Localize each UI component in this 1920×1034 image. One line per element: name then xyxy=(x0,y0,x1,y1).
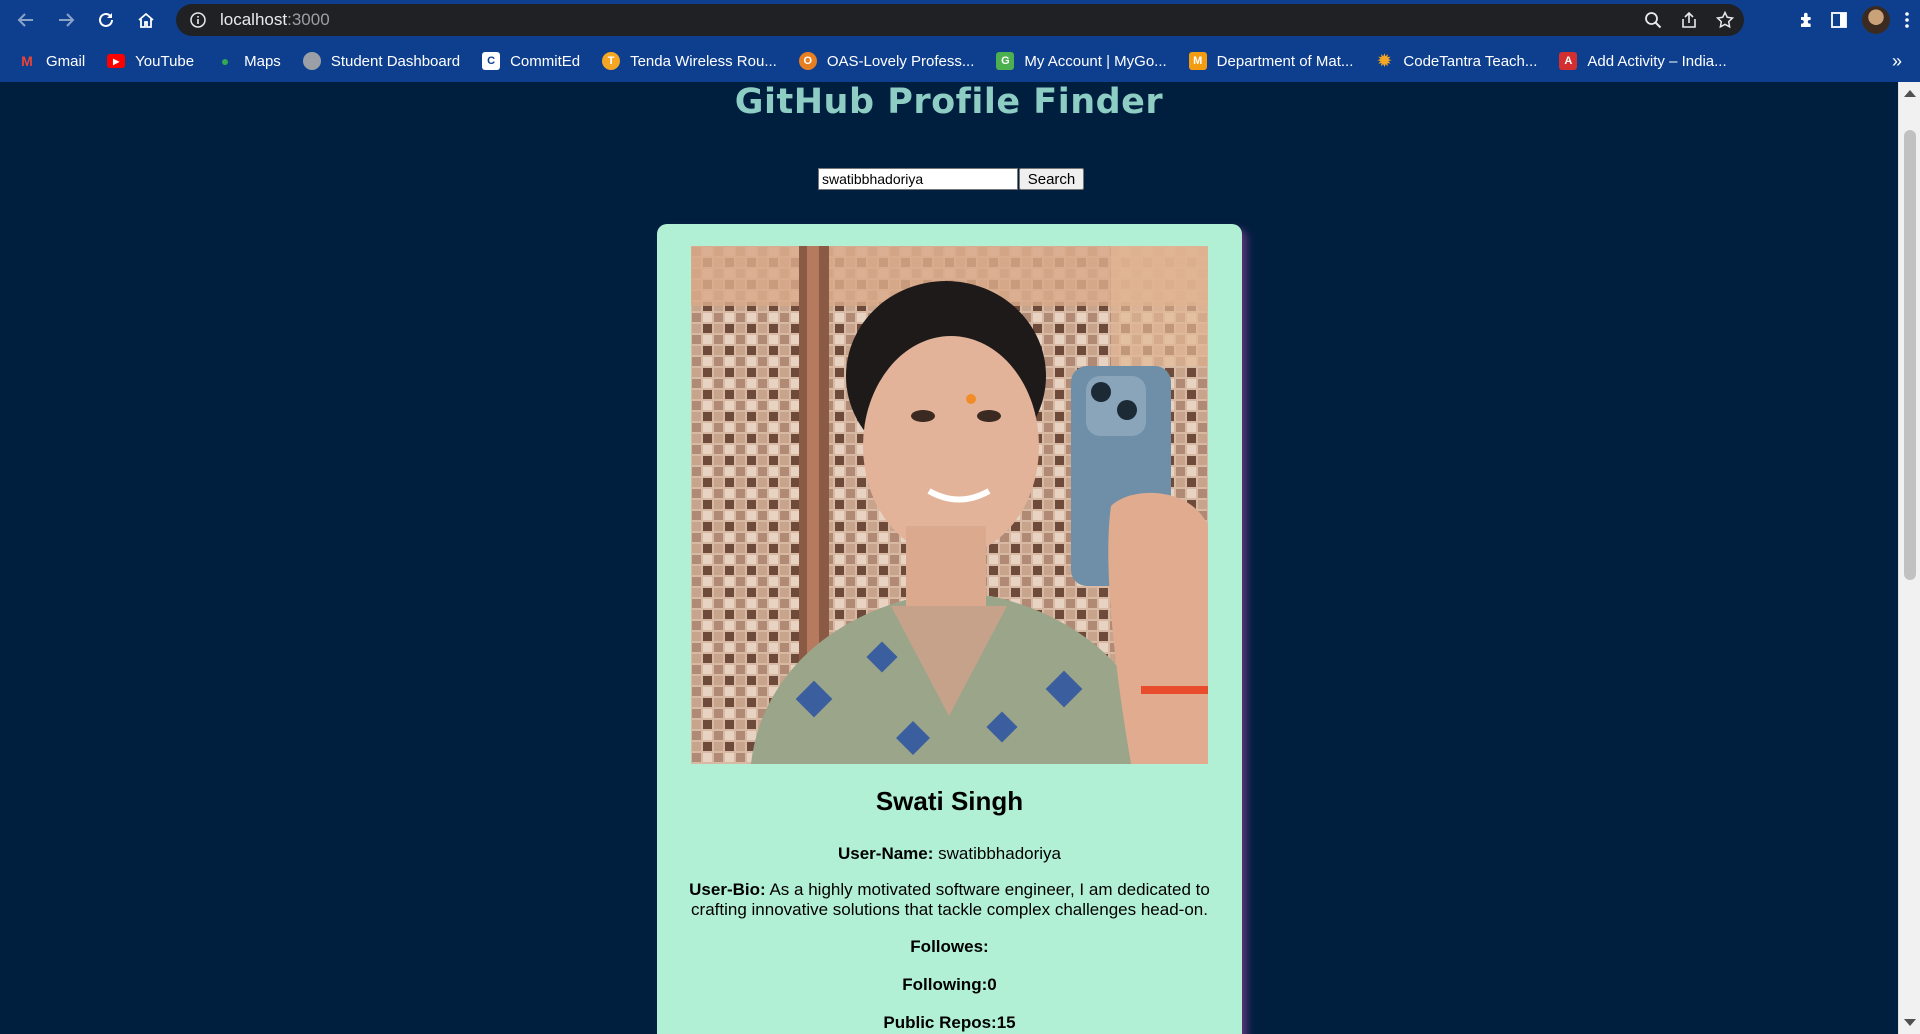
bookmark-oas[interactable]: O OAS-Lovely Profess... xyxy=(798,52,974,70)
bookmark-codetantra[interactable]: ✹ CodeTantra Teach... xyxy=(1375,52,1538,71)
oas-icon: O xyxy=(798,52,817,70)
bio-label: User-Bio: xyxy=(689,880,766,899)
profile-avatar[interactable] xyxy=(1862,6,1890,34)
search-input[interactable] xyxy=(818,168,1018,190)
bookmark-youtube[interactable]: ▶ YouTube xyxy=(107,53,194,70)
scrollbar-thumb[interactable] xyxy=(1904,130,1916,580)
profile-bio: User-Bio: As a highly motivated software… xyxy=(677,880,1222,920)
globe-icon xyxy=(302,52,321,70)
scroll-down-icon[interactable] xyxy=(1904,1019,1916,1026)
youtube-icon: ▶ xyxy=(107,54,126,68)
codetantra-icon: ✹ xyxy=(1377,53,1392,70)
following-label: Following: xyxy=(902,975,988,994)
tenda-icon: T xyxy=(602,52,621,70)
bookmarks-overflow-icon[interactable]: » xyxy=(1892,40,1902,82)
home-button[interactable] xyxy=(126,0,166,40)
more-menu-icon[interactable] xyxy=(1904,11,1910,29)
repos-label: Public Repos: xyxy=(883,1013,997,1032)
forward-button[interactable] xyxy=(46,0,86,40)
maps-icon: ● xyxy=(220,53,230,69)
forward-arrow-icon xyxy=(59,13,75,27)
department-icon: M xyxy=(1188,52,1207,70)
page-title: GitHub Profile Finder xyxy=(734,82,1164,122)
bookmarks-bar: M Gmail ▶ YouTube ● Maps Student Dashboard … xyxy=(0,40,1920,82)
mygov-icon: G xyxy=(996,52,1015,70)
url-text[interactable]: localhost:3000 xyxy=(220,10,330,30)
username-value: swatibbhadoriya xyxy=(938,844,1062,863)
back-arrow-icon xyxy=(17,13,33,27)
bookmark-student-dashboard[interactable]: Student Dashboard xyxy=(302,52,460,70)
profile-username: User-Name: swatibbhadoriya xyxy=(677,844,1222,864)
home-icon xyxy=(138,12,154,28)
address-bar[interactable]: localhost:3000 xyxy=(176,4,1744,36)
profile-card: Swati Singh User-Name: swatibbhadoriya U… xyxy=(657,224,1242,1034)
bookmark-commited[interactable]: C CommitEd xyxy=(482,52,580,70)
bookmark-add-activity[interactable]: A Add Activity – India... xyxy=(1559,52,1727,70)
profile-following: Following:0 xyxy=(677,975,1222,995)
reload-button[interactable] xyxy=(86,0,126,40)
bookmark-tenda[interactable]: T Tenda Wireless Rou... xyxy=(602,52,777,70)
site-info-icon[interactable] xyxy=(190,12,206,28)
bookmark-gmail[interactable]: M Gmail xyxy=(18,52,85,70)
repos-value: 15 xyxy=(996,1013,1016,1032)
username-label: User-Name: xyxy=(837,844,934,863)
vertical-scrollbar[interactable] xyxy=(1898,82,1920,1034)
scroll-up-icon[interactable] xyxy=(1904,90,1916,97)
add-activity-icon: A xyxy=(1559,52,1578,70)
gmail-icon: M xyxy=(21,53,33,69)
share-icon[interactable] xyxy=(1680,11,1698,29)
browser-toolbar: localhost:3000 xyxy=(0,0,1920,40)
search-button[interactable]: Search xyxy=(1019,168,1084,190)
profile-avatar-image xyxy=(691,246,1208,764)
profile-name: Swati Singh xyxy=(875,786,1024,816)
back-button[interactable] xyxy=(6,0,46,40)
following-value: 0 xyxy=(987,975,997,994)
profile-followers: Followes: xyxy=(677,937,1222,957)
bio-value: As a highly motivated software engineer,… xyxy=(691,880,1210,919)
search-form: Search xyxy=(818,168,1084,190)
profile-photo-illustration xyxy=(691,246,1208,764)
reload-icon xyxy=(99,12,113,27)
page-viewport: GitHub Profile Finder Search xyxy=(0,82,1898,1034)
bookmark-department[interactable]: M Department of Mat... xyxy=(1188,52,1353,70)
bookmark-star-icon[interactable] xyxy=(1716,11,1734,29)
bookmark-maps[interactable]: ● Maps xyxy=(216,52,281,70)
bookmark-mygov[interactable]: G My Account | MyGo... xyxy=(996,52,1167,70)
profile-repos: Public Repos:15 xyxy=(677,1013,1222,1033)
followers-label: Followes: xyxy=(910,937,989,956)
extensions-icon[interactable] xyxy=(1798,11,1816,29)
zoom-icon[interactable] xyxy=(1644,11,1662,29)
commited-icon: C xyxy=(482,52,501,70)
side-panel-icon[interactable] xyxy=(1830,11,1848,29)
